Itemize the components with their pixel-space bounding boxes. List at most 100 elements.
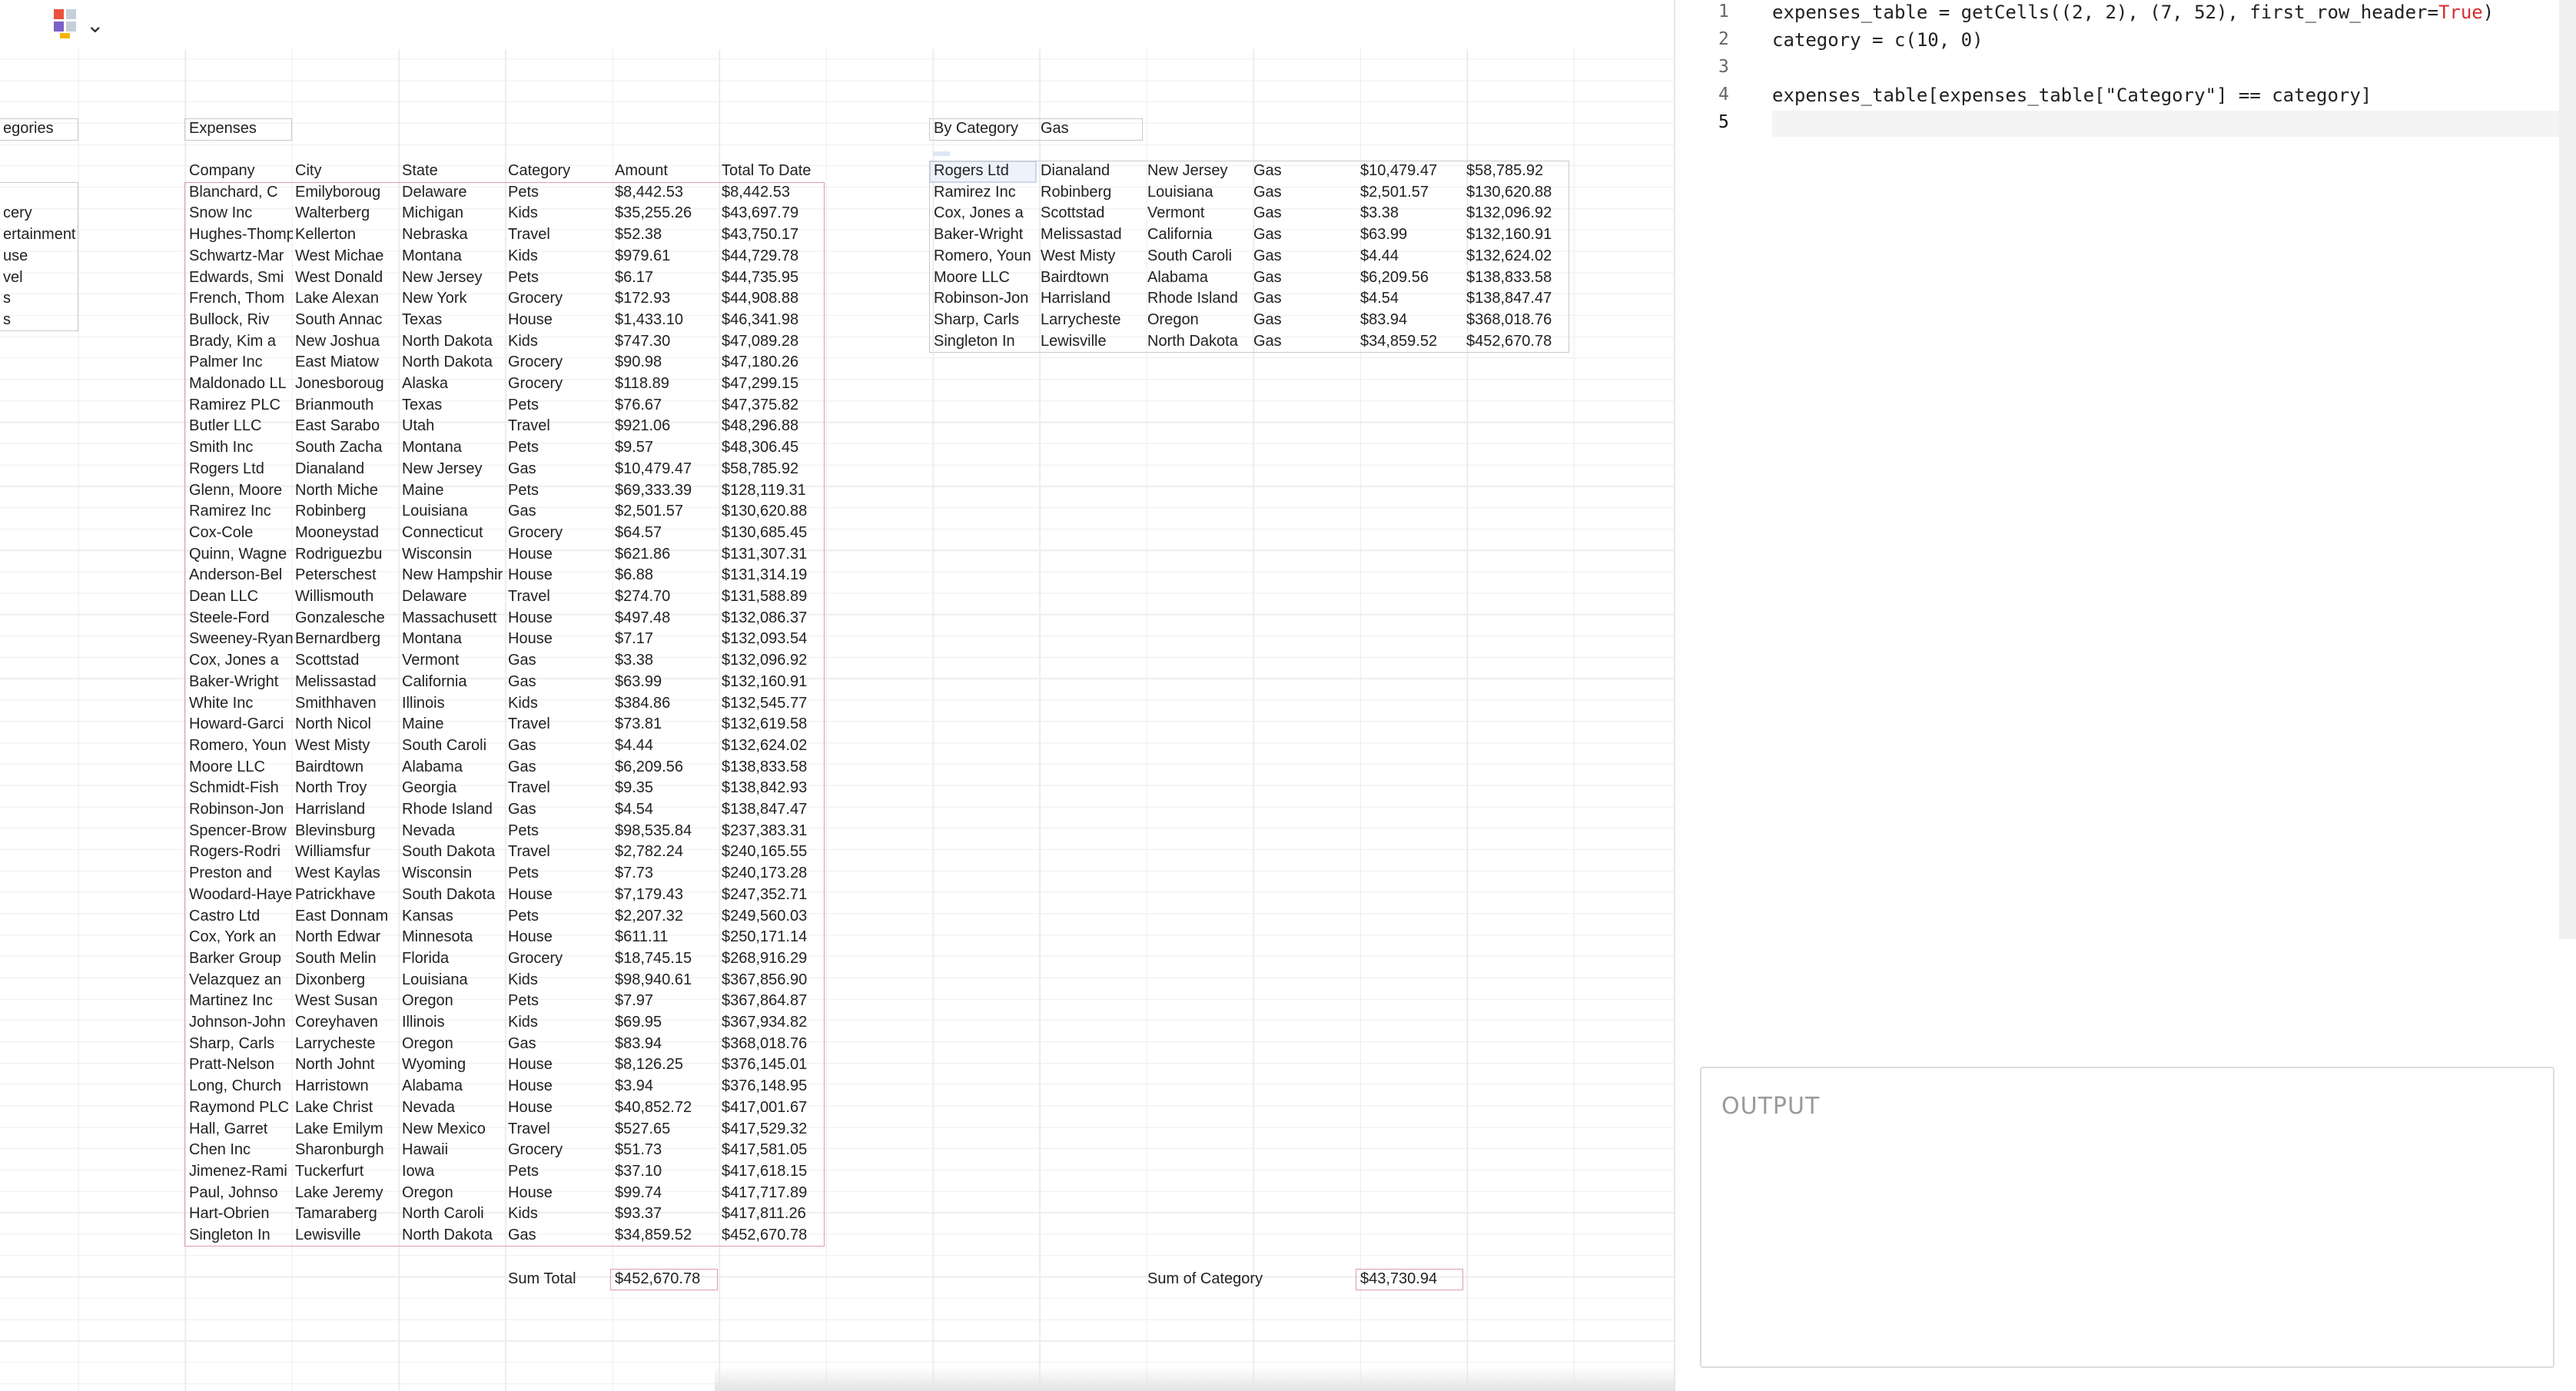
expenses-cell[interactable]: Smithhaven	[292, 693, 399, 714]
expenses-cell[interactable]: House	[505, 565, 612, 586]
expenses-cell[interactable]: $747.30	[612, 331, 719, 352]
expenses-cell[interactable]: North Troy	[292, 778, 399, 798]
expenses-cell[interactable]: Grocery	[505, 948, 612, 969]
expenses-cell[interactable]: $8,126.25	[612, 1054, 719, 1075]
expenses-cell[interactable]: $132,624.02	[719, 735, 825, 756]
by-category-cell[interactable]: Harrisland	[1037, 288, 1144, 309]
expenses-cell[interactable]: Kids	[505, 970, 612, 991]
expenses-cell[interactable]: West Donald	[292, 267, 399, 288]
expenses-cell[interactable]: $128,119.31	[719, 480, 825, 501]
expenses-cell[interactable]: $48,296.88	[719, 416, 825, 437]
expenses-cell[interactable]: Delaware	[399, 182, 506, 203]
category-list-item[interactable]: cery	[0, 203, 77, 224]
expenses-cell[interactable]: Vermont	[399, 650, 506, 671]
sum-total-value[interactable]: $452,670.78	[612, 1269, 719, 1290]
by-category-cell[interactable]: Robinberg	[1037, 182, 1144, 203]
expenses-cell[interactable]: Kids	[505, 693, 612, 714]
expenses-cell[interactable]: House	[505, 1183, 612, 1203]
expenses-cell[interactable]: $384.86	[612, 693, 719, 714]
by-category-cell[interactable]: $10,479.47	[1357, 161, 1464, 181]
expenses-cell[interactable]: Massachusett	[399, 608, 506, 629]
expenses-cell[interactable]: South Zacha	[292, 437, 399, 458]
expenses-cell[interactable]: Sharonburgh	[292, 1140, 399, 1160]
expenses-cell[interactable]: Maine	[399, 480, 506, 501]
expenses-cell[interactable]: House	[505, 885, 612, 905]
expenses-cell[interactable]: Alabama	[399, 1076, 506, 1097]
by-category-cell[interactable]: Bairdtown	[1037, 267, 1144, 288]
sum-total-label[interactable]: Sum Total	[505, 1269, 612, 1290]
expenses-cell[interactable]: Montana	[399, 437, 506, 458]
expenses-cell[interactable]: Scottstad	[292, 650, 399, 671]
by-category-cell[interactable]: New Jersey	[1144, 161, 1251, 181]
expenses-cell[interactable]: Alabama	[399, 757, 506, 778]
expenses-cell[interactable]: West Misty	[292, 735, 399, 756]
expenses-cell[interactable]: Bernardberg	[292, 629, 399, 649]
by-category-cell[interactable]: Singleton In	[931, 331, 1037, 352]
expenses-cell[interactable]: $240,165.55	[719, 842, 825, 862]
expenses-cell[interactable]: Cox, York an	[186, 927, 293, 948]
category-list-item[interactable]: s	[0, 288, 77, 309]
expenses-cell[interactable]: $237,383.31	[719, 821, 825, 842]
expenses-cell[interactable]: Coreyhaven	[292, 1012, 399, 1033]
by-category-cell[interactable]: $452,670.78	[1463, 331, 1570, 352]
expenses-column-header[interactable]: Total To Date	[719, 161, 825, 181]
expenses-cell[interactable]: Gas	[505, 799, 612, 820]
expenses-cell[interactable]: New Mexico	[399, 1119, 506, 1140]
expenses-cell[interactable]: Willismouth	[292, 586, 399, 607]
expenses-cell[interactable]: Nevada	[399, 821, 506, 842]
expenses-cell[interactable]: $497.48	[612, 608, 719, 629]
expenses-cell[interactable]: Robinson-Jon	[186, 799, 293, 820]
expenses-cell[interactable]: Jonesboroug	[292, 373, 399, 394]
expenses-cell[interactable]: $417,581.05	[719, 1140, 825, 1160]
expenses-cell[interactable]: $9.57	[612, 437, 719, 458]
expenses-cell[interactable]: $93.37	[612, 1203, 719, 1224]
expenses-cell[interactable]: Georgia	[399, 778, 506, 798]
expenses-cell[interactable]: California	[399, 672, 506, 692]
by-category-cell[interactable]: Cox, Jones a	[931, 203, 1037, 224]
expenses-cell[interactable]: Kansas	[399, 906, 506, 927]
by-category-cell[interactable]: Sharp, Carls	[931, 310, 1037, 330]
expenses-cell[interactable]: House	[505, 608, 612, 629]
expenses-cell[interactable]: $417,618.15	[719, 1161, 825, 1182]
expenses-cell[interactable]: Wyoming	[399, 1054, 506, 1075]
expenses-cell[interactable]: $8,442.53	[612, 182, 719, 203]
expenses-cell[interactable]: Pets	[505, 395, 612, 416]
by-category-cell[interactable]: Louisiana	[1144, 182, 1251, 203]
expenses-cell[interactable]: Hart-Obrien	[186, 1203, 293, 1224]
expenses-cell[interactable]: House	[505, 1076, 612, 1097]
expenses-cell[interactable]: East Sarabo	[292, 416, 399, 437]
by-category-cell[interactable]: $3.38	[1357, 203, 1464, 224]
expenses-cell[interactable]: Travel	[505, 416, 612, 437]
expenses-cell[interactable]: North Johnt	[292, 1054, 399, 1075]
expenses-cell[interactable]: Martinez Inc	[186, 991, 293, 1011]
expenses-cell[interactable]: $417,717.89	[719, 1183, 825, 1203]
expenses-cell[interactable]: Pets	[505, 267, 612, 288]
expenses-cell[interactable]: Williamsfur	[292, 842, 399, 862]
expenses-cell[interactable]: French, Thom	[186, 288, 293, 309]
expenses-cell[interactable]: Texas	[399, 395, 506, 416]
expenses-cell[interactable]: Kids	[505, 1203, 612, 1224]
expenses-cell[interactable]: White Inc	[186, 693, 293, 714]
editor-scrollbar[interactable]	[2559, 0, 2576, 939]
expenses-cell[interactable]: Schwartz-Mar	[186, 246, 293, 267]
grid-logo-icon[interactable]	[54, 9, 77, 38]
expenses-cell[interactable]: $611.11	[612, 927, 719, 948]
expenses-cell[interactable]: $138,833.58	[719, 757, 825, 778]
by-category-cell[interactable]: Rogers Ltd	[931, 161, 1037, 181]
expenses-cell[interactable]: $4.54	[612, 799, 719, 820]
expenses-cell[interactable]: $7.17	[612, 629, 719, 649]
expenses-cell[interactable]: Grocery	[505, 373, 612, 394]
expenses-cell[interactable]: $367,864.87	[719, 991, 825, 1011]
expenses-cell[interactable]: New Hampshir	[399, 565, 506, 586]
expenses-cell[interactable]: $131,307.31	[719, 544, 825, 565]
expenses-cell[interactable]: $1,433.10	[612, 310, 719, 330]
expenses-cell[interactable]: $52.38	[612, 224, 719, 245]
expenses-cell[interactable]: $46,341.98	[719, 310, 825, 330]
expenses-cell[interactable]: Pets	[505, 480, 612, 501]
expenses-cell[interactable]: Ramirez Inc	[186, 501, 293, 522]
expenses-cell[interactable]: Lewisville	[292, 1225, 399, 1246]
expenses-cell[interactable]: $7,179.43	[612, 885, 719, 905]
expenses-cell[interactable]: Minnesota	[399, 927, 506, 948]
expenses-cell[interactable]: Bairdtown	[292, 757, 399, 778]
expenses-cell[interactable]: West Kaylas	[292, 863, 399, 884]
